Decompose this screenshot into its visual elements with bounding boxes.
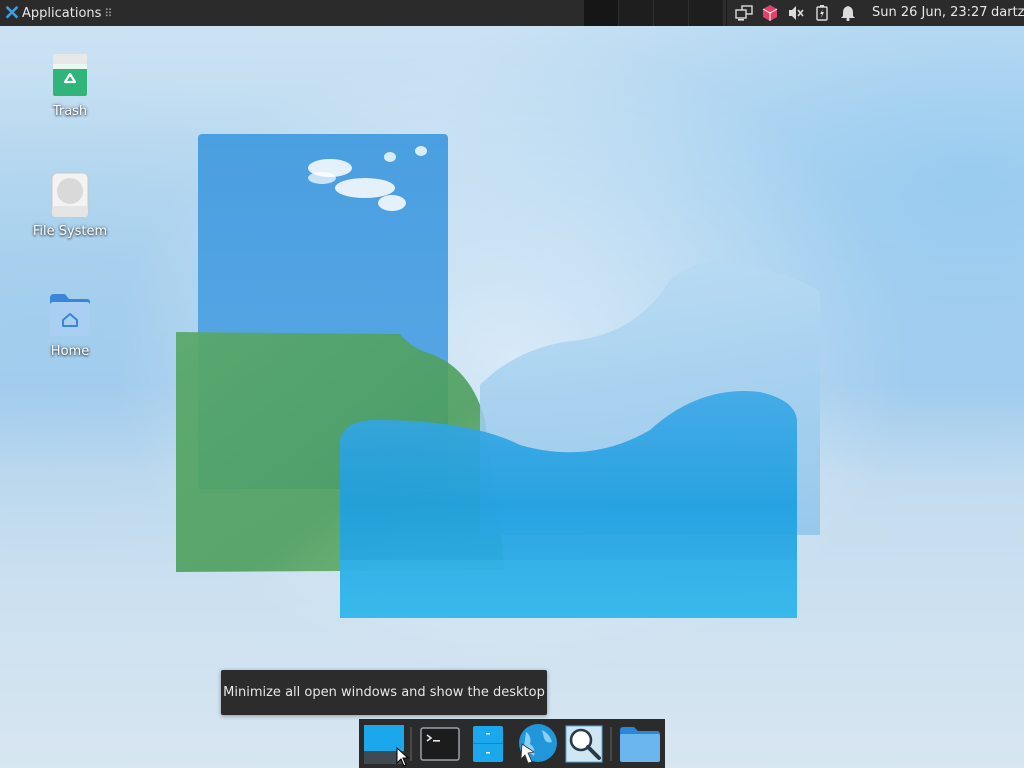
tooltip-text: Minimize all open windows and show the d… bbox=[223, 685, 545, 700]
system-tray bbox=[726, 0, 861, 26]
xfce-logo-icon bbox=[5, 5, 19, 19]
trash-icon bbox=[53, 54, 87, 96]
user-menu[interactable]: dartz bbox=[991, 5, 1024, 20]
battery-icon[interactable] bbox=[813, 4, 831, 22]
desktop-icon-label: Home bbox=[50, 344, 90, 359]
workspace-3[interactable] bbox=[654, 0, 689, 26]
clock[interactable]: Sun 26 Jun, 23:27 bbox=[872, 5, 988, 20]
notifications-bell-icon[interactable] bbox=[839, 4, 857, 22]
home-folder-icon bbox=[50, 294, 90, 336]
tray-separator bbox=[726, 0, 727, 26]
tooltip: Minimize all open windows and show the d… bbox=[221, 670, 547, 715]
file-manager-launcher[interactable] bbox=[465, 721, 511, 767]
harddrive-icon bbox=[51, 172, 89, 218]
web-browser-icon bbox=[519, 723, 557, 763]
workspace-2[interactable] bbox=[619, 0, 654, 26]
files-folder-launcher[interactable] bbox=[617, 721, 663, 767]
workspace-1[interactable] bbox=[584, 0, 619, 26]
terminal-icon bbox=[420, 726, 460, 761]
applications-menu-button[interactable]: Applications ⠿ bbox=[0, 0, 116, 26]
dock-separator bbox=[410, 726, 412, 761]
app-finder-icon bbox=[565, 725, 603, 762]
workspace-switcher[interactable] bbox=[584, 0, 724, 26]
terminal-launcher[interactable] bbox=[417, 721, 463, 767]
desktop-icon-trash[interactable]: Trash bbox=[20, 52, 120, 119]
desktop-icon-label: File System bbox=[32, 224, 108, 239]
workspace-4[interactable] bbox=[689, 0, 724, 26]
web-browser-launcher[interactable] bbox=[513, 721, 559, 767]
applications-label: Applications bbox=[22, 5, 102, 21]
panel-handle-icon[interactable]: ⠿ bbox=[104, 7, 112, 20]
dock-separator bbox=[610, 726, 612, 761]
files-folder-icon bbox=[620, 726, 660, 762]
package-updates-icon[interactable] bbox=[761, 4, 779, 22]
app-finder-launcher[interactable] bbox=[561, 721, 607, 767]
desktop-icon-file-system[interactable]: File System bbox=[20, 172, 120, 239]
top-panel: Applications ⠿ Sun 26 Jun, 23:27 dartz bbox=[0, 0, 1024, 26]
desktop-icon-home[interactable]: Home bbox=[20, 292, 120, 359]
mouse-cursor-icon bbox=[396, 747, 410, 767]
wallpaper-shapes bbox=[176, 134, 820, 618]
volume-muted-icon[interactable] bbox=[787, 4, 805, 22]
desktop-icon-label: Trash bbox=[52, 104, 88, 119]
file-manager-icon bbox=[473, 725, 503, 762]
network-icon[interactable] bbox=[735, 4, 753, 22]
